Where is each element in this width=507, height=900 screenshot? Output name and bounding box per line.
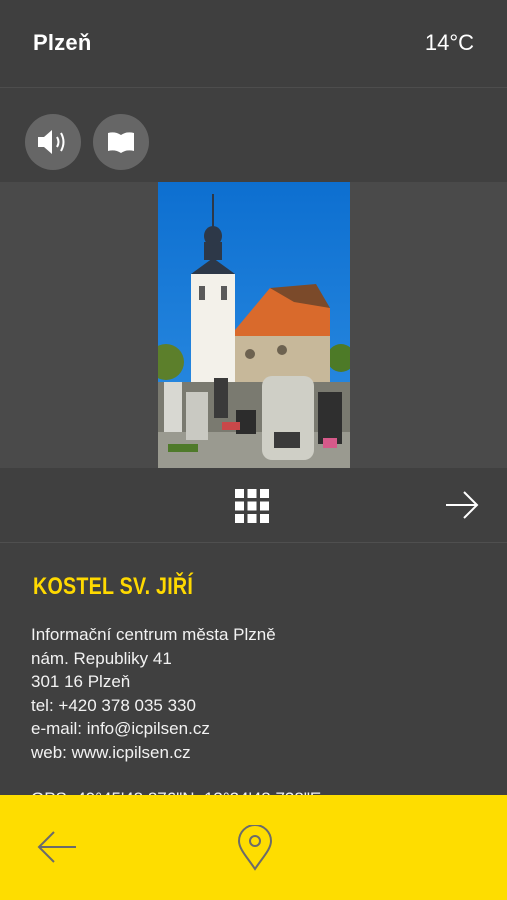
photo-controls <box>0 468 507 543</box>
speaker-icon <box>38 130 65 154</box>
web-line[interactable]: web: www.icpilsen.cz <box>31 741 321 765</box>
place-title: KOSTEL SV. JIŘÍ <box>33 573 194 600</box>
info-line: Informační centrum města Plzně <box>31 625 276 644</box>
contact-info: Informační centrum města Plzně nám. Repu… <box>31 623 321 795</box>
audio-button[interactable] <box>25 114 81 170</box>
phone-line[interactable]: tel: +420 378 035 330 <box>31 694 321 718</box>
email-line[interactable]: e-mail: info@icpilsen.cz <box>31 717 321 741</box>
bottom-bar <box>0 795 507 900</box>
info-line: 301 16 Plzeň <box>31 672 131 691</box>
place-details: KOSTEL SV. JIŘÍ Informační centrum města… <box>0 543 507 795</box>
top-bar: Plzeň 14°C <box>0 0 507 88</box>
arrow-right-icon[interactable] <box>444 487 480 523</box>
gps-line: GPS: 49°45'48.876"N, 13°24'48.738"E <box>31 787 321 795</box>
church-illustration <box>158 182 350 468</box>
photo-area <box>0 182 507 468</box>
city-name: Plzeň <box>33 30 92 55</box>
church-photo <box>158 182 350 468</box>
info-line: nám. Republiky 41 <box>31 648 172 668</box>
temperature: 14°C <box>424 30 474 55</box>
book-icon <box>108 132 134 153</box>
location-pin-icon[interactable] <box>236 825 274 871</box>
action-bar <box>0 88 507 182</box>
guide-button[interactable] <box>93 114 149 170</box>
grid-icon[interactable] <box>235 489 269 523</box>
arrow-left-icon[interactable] <box>36 829 78 865</box>
